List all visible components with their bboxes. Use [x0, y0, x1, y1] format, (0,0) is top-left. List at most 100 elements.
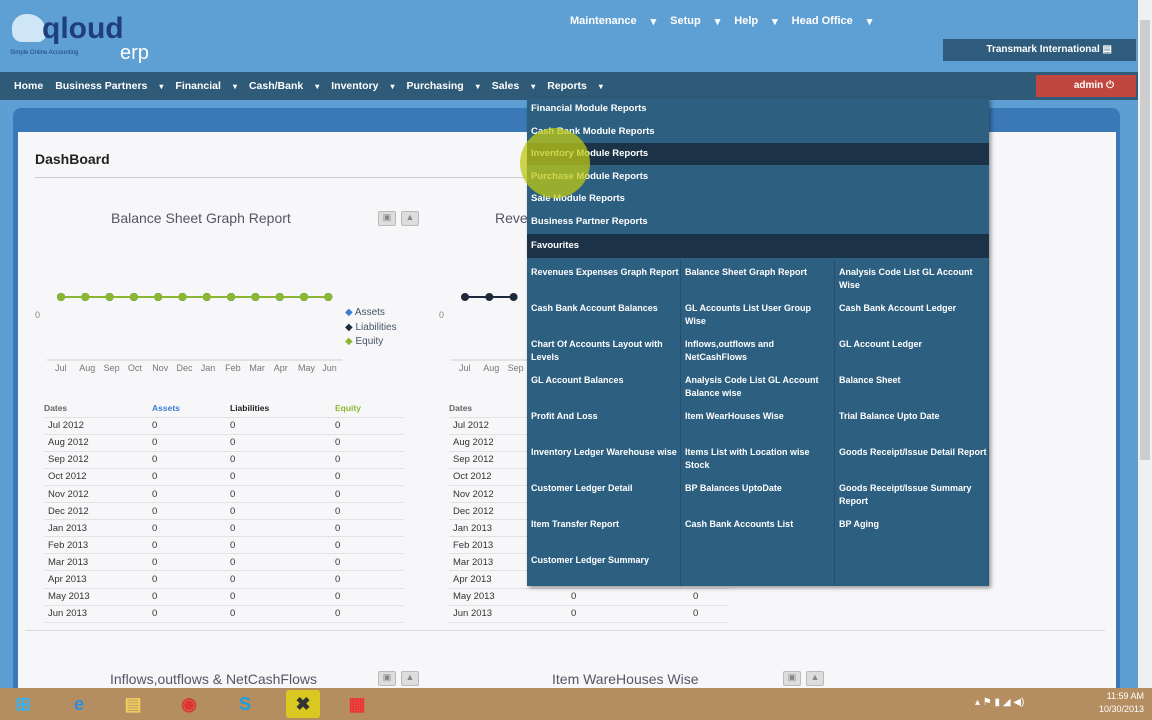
favourite-item[interactable]: Revenues Expenses Graph Report — [531, 266, 679, 279]
legend-marker-icon: ◆ — [345, 321, 356, 333]
favourite-item[interactable]: BP Balances UptoDate — [685, 482, 833, 495]
menu-item[interactable]: Business Partner Reports — [527, 211, 989, 233]
data-point — [509, 293, 518, 301]
favourite-item[interactable]: Item WearHouses Wise — [685, 410, 833, 423]
x-tick-label: Sep — [508, 363, 524, 373]
favourite-item[interactable]: Customer Ledger Summary — [531, 554, 679, 567]
favourite-item[interactable]: GL Account Balances — [531, 374, 679, 387]
table-cell: May 2013 — [449, 588, 571, 606]
clock[interactable]: 11:59 AM 10/30/2013 — [1099, 690, 1144, 716]
table-cell: 0 — [152, 536, 230, 555]
favourite-item[interactable]: Balance Sheet Graph Report — [685, 266, 833, 279]
user-logout-button[interactable]: admin ⏻ — [1036, 75, 1136, 97]
print-button[interactable]: ▣ — [378, 671, 396, 686]
balance-table: Dates Assets Liabilities Equity Jul 2012 0 0 0 A… — [44, 400, 404, 623]
nav-item-financial[interactable]: Financial — [175, 80, 221, 92]
chrome-icon[interactable]: ◉ — [172, 690, 206, 718]
nav-item-inventory[interactable]: Inventory — [331, 80, 378, 92]
nav-item-purchasing[interactable]: Purchasing — [407, 80, 464, 92]
company-selector[interactable]: Transmark International ▤ — [943, 39, 1136, 61]
favourite-item[interactable]: BP Aging — [839, 518, 987, 531]
menu-item[interactable]: Inventory Module Reports — [527, 143, 989, 165]
charts: 0 Jul Aug Sep Oct Nov Dec Jan Feb Mar Apr May Jun 0 Ju… — [35, 293, 528, 373]
export-button[interactable]: ▲ — [806, 671, 824, 686]
tray-icons[interactable]: ▴ ⚑ ▮ ◢ ◀) — [975, 697, 1024, 708]
company-name: Transmark International — [986, 44, 1100, 55]
data-point — [129, 293, 138, 301]
x-tick-label: Jan — [201, 363, 216, 373]
data-point — [227, 293, 236, 301]
nav-item-cash-bank[interactable]: Cash/Bank — [249, 80, 303, 92]
start-icon[interactable]: ⊞ — [6, 690, 40, 718]
favourite-item[interactable]: Analysis Code List GL Account Wise — [839, 266, 987, 292]
power-icon: ⏻ — [1106, 80, 1114, 91]
table-cell: 0 — [230, 519, 335, 538]
data-point — [485, 293, 494, 301]
favourite-item[interactable]: Analysis Code List GL Account Balance wi… — [685, 374, 833, 400]
favourite-item[interactable]: Inflows,outflows and NetCashFlows — [685, 338, 833, 364]
favourite-item[interactable]: Goods Receipt/Issue Detail Report — [839, 446, 987, 459]
table-cell: 0 — [152, 434, 230, 452]
favourite-item[interactable]: Goods Receipt/Issue Summary Report — [839, 482, 987, 508]
favourites-header: Favourites — [527, 234, 989, 258]
menu-item[interactable]: Sale Module Reports — [527, 188, 989, 210]
table-cell: Jun 2013 — [44, 605, 152, 623]
divider — [35, 177, 535, 178]
export-button[interactable]: ▲ — [401, 211, 419, 226]
legend-item[interactable]: ◆ Assets — [345, 306, 397, 321]
table-cell: 0 — [335, 485, 404, 504]
data-point — [300, 293, 308, 301]
table-row: Oct 2012 0 0 0 — [44, 468, 404, 486]
favourite-item[interactable]: Cash Bank Account Balances — [531, 302, 679, 315]
print-button[interactable]: ▣ — [783, 671, 801, 686]
nav-item-reports[interactable]: Reports — [547, 80, 587, 92]
favourite-item[interactable]: GL Account Ledger — [839, 338, 987, 351]
menu-item[interactable]: Purchase Module Reports — [527, 166, 989, 188]
favourite-item[interactable]: Profit And Loss — [531, 410, 679, 423]
favourite-item[interactable]: Chart Of Accounts Layout with Levels — [531, 338, 679, 364]
skype-icon[interactable]: S — [228, 690, 262, 718]
nav-item-business-partners[interactable]: Business Partners — [55, 80, 147, 92]
top-nav-item[interactable]: Maintenance — [570, 15, 637, 28]
table-cell: Sep 2012 — [44, 451, 152, 469]
favourite-item[interactable]: Inventory Ledger Warehouse wise — [531, 446, 679, 459]
table-cell: 0 — [152, 485, 230, 504]
ie-icon[interactable]: e — [62, 690, 96, 718]
favourite-item[interactable]: GL Accounts List User Group Wise — [685, 302, 833, 328]
favourite-item[interactable]: Cash Bank Account Ledger — [839, 302, 987, 315]
favourite-item[interactable]: Cash Bank Accounts List — [685, 518, 833, 531]
menu-item[interactable]: Financial Module Reports — [527, 98, 989, 120]
print-button[interactable]: ▣ — [378, 211, 396, 226]
table-cell: 0 — [230, 451, 335, 469]
table-cell: 0 — [335, 434, 404, 452]
nav-item-sales[interactable]: Sales — [492, 80, 519, 92]
table-cell: Apr 2013 — [44, 570, 152, 589]
table-cell: 0 — [335, 536, 404, 555]
tiles-icon[interactable]: ▦ — [340, 690, 374, 718]
chevron-down-icon: ▾ — [714, 16, 721, 28]
favourite-item[interactable]: Balance Sheet — [839, 374, 987, 387]
favourite-item[interactable]: Item Transfer Report — [531, 518, 679, 531]
app-icon[interactable]: ✖ — [286, 690, 320, 718]
logo[interactable]: qloud erp Simple Online Accounting — [10, 8, 150, 64]
logo-tagline: Simple Online Accounting — [10, 50, 79, 56]
top-nav-item[interactable]: Head Office — [792, 15, 853, 28]
legend-item[interactable]: ◆ Liabilities — [345, 321, 397, 336]
scrollbar-thumb[interactable] — [1140, 20, 1150, 460]
menu-item[interactable]: Cash Bank Module Reports — [527, 121, 989, 143]
chevron-down-icon: ▾ — [598, 81, 603, 91]
top-nav-item[interactable]: Setup — [670, 15, 701, 28]
table-cell: 0 — [152, 451, 230, 469]
chevron-down-icon: ▾ — [159, 81, 164, 91]
favourite-item[interactable]: Customer Ledger Detail — [531, 482, 679, 495]
table-row: Jan 2013 0 0 0 — [44, 519, 404, 538]
legend-item[interactable]: ◆ Equity — [345, 335, 397, 350]
export-button[interactable]: ▲ — [401, 671, 419, 686]
explorer-icon[interactable]: ▤ — [116, 690, 150, 718]
scrollbar[interactable] — [1138, 0, 1152, 690]
top-nav-item[interactable]: Help — [734, 15, 758, 28]
favourite-item[interactable]: Trial Balance Upto Date — [839, 410, 987, 423]
nav-item-home[interactable]: Home — [14, 80, 43, 92]
favourite-item[interactable]: Items List with Location wise Stock — [685, 446, 833, 472]
column-header: Assets — [152, 400, 230, 418]
